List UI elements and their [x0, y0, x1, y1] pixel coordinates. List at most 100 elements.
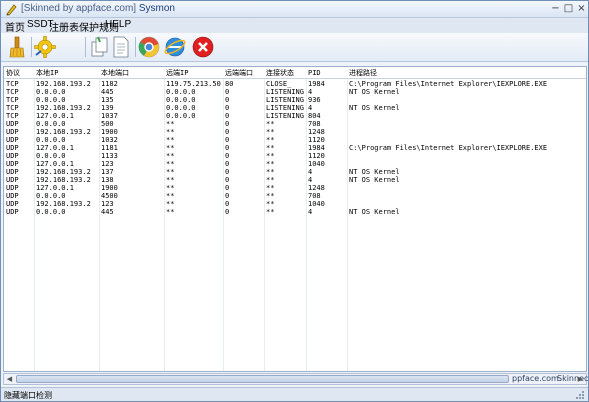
cell-state: **	[266, 176, 275, 184]
cell-local-port: 138	[101, 176, 114, 184]
cell-protocol: UDP	[6, 152, 19, 160]
cell-state: **	[266, 184, 275, 192]
cell-local-ip: 127.0.0.1	[36, 112, 74, 120]
column-header[interactable]: 连接状态	[266, 69, 294, 77]
close-button[interactable]: ×	[575, 3, 588, 15]
main-window: [Skinned by appface.com] Sysmon − □ × 首页…	[0, 0, 589, 402]
cell-state: CLOSE_	[266, 80, 292, 88]
cell-state: **	[266, 192, 275, 200]
cell-local-port: 1900	[101, 184, 118, 192]
menu-bar: 首页 SSDT 注册表保护规则 HELP	[1, 18, 588, 34]
internet-explorer-icon[interactable]	[163, 35, 187, 59]
cell-remote-ip: 0.0.0.0	[166, 96, 196, 104]
horizontal-scrollbar[interactable]: ◀ ppface.com Skinnec ▶	[3, 373, 588, 385]
cell-process-path: NT OS Kernel	[349, 208, 400, 216]
cell-remote-port: 80	[225, 80, 234, 88]
table-row[interactable]: UDP 127.0.0.1 1900 ** 0 ** 1248	[4, 184, 586, 192]
cell-protocol: UDP	[6, 192, 19, 200]
cell-pid: 1040	[308, 160, 325, 168]
cell-protocol: TCP	[6, 112, 19, 120]
resize-grip-icon[interactable]	[576, 391, 585, 400]
cell-pid: 1248	[308, 184, 325, 192]
cell-remote-port: 0	[225, 104, 230, 112]
cell-protocol: UDP	[6, 176, 19, 184]
table-row[interactable]: TCP 127.0.0.1 1037 0.0.0.0 0 LISTENING 804	[4, 112, 586, 120]
cell-process-path: NT OS Kernel	[349, 88, 400, 96]
menu-home[interactable]: 首页	[5, 19, 25, 34]
cell-local-ip: 0.0.0.0	[36, 96, 66, 104]
scroll-right-arrow-icon[interactable]: ▶	[575, 374, 586, 384]
cell-remote-ip: **	[166, 200, 175, 208]
cell-remote-ip: **	[166, 160, 175, 168]
cell-remote-port: 0	[225, 112, 230, 120]
column-header[interactable]: 本地端口	[101, 69, 129, 77]
cell-remote-ip: 119.75.213.50	[166, 80, 221, 88]
cell-state: **	[266, 136, 275, 144]
copy-icon[interactable]	[87, 35, 111, 59]
maximize-button[interactable]: □	[562, 3, 575, 15]
cell-local-port: 123	[101, 200, 114, 208]
table-row[interactable]: UDP 0.0.0.0 445 ** 0 ** 4 NT OS Kernel	[4, 208, 586, 216]
table-row[interactable]: TCP 0.0.0.0 445 0.0.0.0 0 LISTENING 4 NT OS Ker…	[4, 88, 586, 96]
table-row[interactable]: UDP 192.168.193.2 123 ** 0 ** 1040	[4, 200, 586, 208]
cell-pid: 1984	[308, 144, 325, 152]
cell-pid: 4	[308, 104, 313, 112]
gear-icon[interactable]	[33, 35, 57, 59]
cell-local-port: 1900	[101, 128, 118, 136]
cell-protocol: TCP	[6, 104, 19, 112]
column-header[interactable]: PID	[308, 69, 321, 77]
column-header[interactable]: 协议	[6, 69, 20, 77]
table-row[interactable]: TCP 0.0.0.0 135 0.0.0.0 0 LISTENING 936	[4, 96, 586, 104]
cell-state: **	[266, 208, 275, 216]
table-row[interactable]: UDP 0.0.0.0 1032 ** 0 ** 1120	[4, 136, 586, 144]
cell-remote-port: 0	[225, 200, 230, 208]
cell-remote-ip: **	[166, 120, 175, 128]
title-bar[interactable]: [Skinned by appface.com] Sysmon − □ ×	[1, 1, 588, 18]
table-row[interactable]: UDP 192.168.193.2 1900 ** 0 ** 1248	[4, 128, 586, 136]
cell-state: **	[266, 160, 275, 168]
table-row[interactable]: UDP 192.168.193.2 138 ** 0 ** 4 NT OS Kernel	[4, 176, 586, 184]
cell-remote-port: 0	[225, 144, 230, 152]
cell-remote-port: 0	[225, 96, 230, 104]
table-row[interactable]: UDP 127.0.0.1 123 ** 0 ** 1040	[4, 160, 586, 168]
cell-protocol: UDP	[6, 136, 19, 144]
connection-table[interactable]: 协议 本地IP 本地端口 远端IP 远端端口 连接状态 PID 进程路径 TCP…	[3, 66, 587, 372]
cell-protocol: UDP	[6, 168, 19, 176]
document-icon[interactable]	[109, 35, 133, 59]
cell-state: LISTENING	[266, 96, 304, 104]
cell-state: LISTENING	[266, 112, 304, 120]
table-row[interactable]: UDP 127.0.0.1 1181 ** 0 ** 1984 C:\Program File…	[4, 144, 586, 152]
cell-state: **	[266, 144, 275, 152]
scrollbar-thumb[interactable]	[16, 375, 509, 383]
column-header[interactable]: 本地IP	[36, 69, 58, 77]
column-header[interactable]: 进程路径	[349, 69, 377, 77]
cell-protocol: UDP	[6, 160, 19, 168]
cell-local-port: 123	[101, 160, 114, 168]
stop-icon[interactable]	[191, 35, 215, 59]
scroll-left-arrow-icon[interactable]: ◀	[4, 374, 15, 384]
cell-local-ip: 192.168.193.2	[36, 200, 91, 208]
cell-local-ip: 127.0.0.1	[36, 144, 74, 152]
cell-remote-port: 0	[225, 128, 230, 136]
column-header[interactable]: 远端IP	[166, 69, 188, 77]
table-row[interactable]: TCP 192.168.193.2 1182 119.75.213.50 80 CLOSE…	[4, 80, 586, 88]
table-row[interactable]: TCP 192.168.193.2 139 0.0.0.0 0 LISTENING 4 NT …	[4, 104, 586, 112]
cell-local-port: 135	[101, 96, 114, 104]
cell-remote-ip: **	[166, 136, 175, 144]
cell-local-port: 4500	[101, 192, 118, 200]
table-row[interactable]: UDP 0.0.0.0 1133 ** 0 ** 1120	[4, 152, 586, 160]
cell-protocol: UDP	[6, 144, 19, 152]
cell-remote-port: 0	[225, 88, 230, 96]
toolbar-separator	[135, 37, 136, 57]
broom-icon[interactable]	[5, 35, 29, 59]
column-header[interactable]: 远端端口	[225, 69, 253, 77]
menu-help[interactable]: HELP	[105, 19, 131, 30]
minimize-button[interactable]: −	[549, 3, 562, 15]
cell-state: LISTENING	[266, 104, 304, 112]
table-row[interactable]: UDP 0.0.0.0 500 ** 0 ** 708	[4, 120, 586, 128]
table-row[interactable]: UDP 0.0.0.0 4500 ** 0 ** 708	[4, 192, 586, 200]
cell-remote-port: 0	[225, 160, 230, 168]
chrome-ball-icon[interactable]	[137, 35, 161, 59]
cell-local-ip: 0.0.0.0	[36, 192, 66, 200]
table-row[interactable]: UDP 192.168.193.2 137 ** 0 ** 4 NT OS Kernel	[4, 168, 586, 176]
